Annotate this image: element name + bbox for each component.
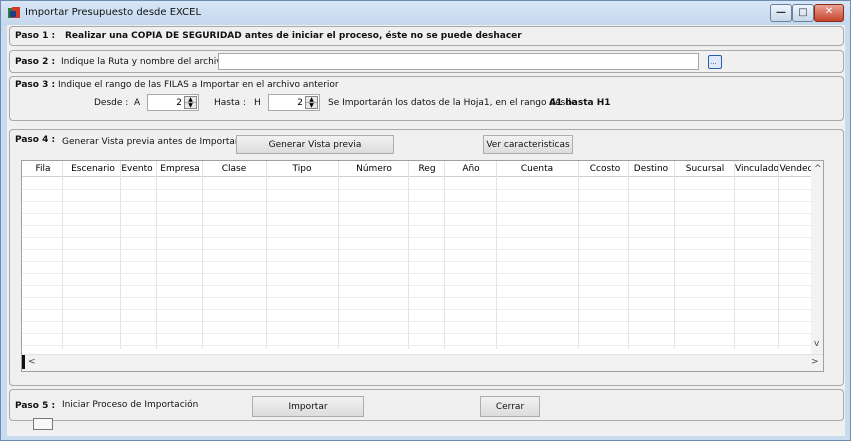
paso3-panel: Paso 3 : Indique el rango de las FILAS a…: [9, 76, 844, 121]
desde-column: A: [134, 98, 141, 108]
grid-row-line: [22, 345, 812, 346]
spin-down-icon[interactable]: ▼: [185, 103, 196, 109]
browse-icon: ...: [710, 58, 717, 66]
paso2-panel: Paso 2 : Indique la Ruta y nombre del ar…: [9, 50, 844, 73]
grid-vertical-scrollbar[interactable]: ^ v: [811, 161, 823, 354]
scroll-down-icon[interactable]: v: [814, 339, 819, 349]
grid-horizontal-scrollbar[interactable]: < >: [22, 354, 823, 371]
close-window-button[interactable]: ✕: [814, 4, 844, 22]
grid-row-line: [22, 261, 812, 262]
col-header-destino[interactable]: Destino: [629, 164, 673, 174]
preview-label: Generar Vista previa antes de Importar: [62, 137, 239, 147]
col-header-numero[interactable]: Número: [339, 164, 409, 174]
generate-preview-button[interactable]: Generar Vista previa: [236, 135, 394, 154]
scroll-up-icon[interactable]: ^: [814, 164, 822, 174]
close-button[interactable]: Cerrar: [480, 396, 540, 417]
spin-down-icon[interactable]: ▼: [306, 103, 317, 109]
title-bar[interactable]: Importar Presupuesto desde EXCEL — □ ✕: [1, 1, 850, 25]
paso1-label: Paso 1 :: [15, 31, 56, 41]
grid-row-line: [22, 249, 812, 250]
desde-spin-buttons[interactable]: ▲ ▼: [184, 96, 197, 109]
import-range-value: A1 hasta H1: [549, 98, 611, 108]
desde-row-stepper[interactable]: 2 ▲ ▼: [147, 94, 199, 111]
import-button[interactable]: Importar: [252, 396, 364, 417]
import-budget-window: Importar Presupuesto desde EXCEL — □ ✕ P…: [0, 0, 851, 441]
grid-row-line: [22, 237, 812, 238]
minimize-icon: —: [776, 7, 786, 18]
col-header-reg[interactable]: Reg: [409, 164, 445, 174]
col-header-cuenta[interactable]: Cuenta: [497, 164, 577, 174]
view-features-button[interactable]: Ver caracteristicas: [483, 135, 573, 154]
col-header-clase[interactable]: Clase: [203, 164, 265, 174]
paso3-label: Paso 3 :: [15, 80, 56, 90]
file-path-label: Indique la Ruta y nombre del archivo: [61, 57, 228, 67]
grid-header: Fila Escenario Evento Empresa Clase Tipo…: [22, 161, 822, 177]
grid-row-line: [22, 309, 812, 310]
grid-row-line: [22, 225, 812, 226]
file-path-input[interactable]: [218, 53, 699, 70]
hasta-row-stepper[interactable]: 2 ▲ ▼: [268, 94, 320, 111]
col-header-ano[interactable]: Año: [445, 164, 497, 174]
col-header-fila[interactable]: Fila: [24, 164, 62, 174]
col-header-empresa[interactable]: Empresa: [157, 164, 203, 174]
window-title: Importar Presupuesto desde EXCEL: [25, 7, 202, 18]
close-icon: ✕: [824, 6, 834, 17]
scroll-left-icon[interactable]: <: [28, 357, 36, 367]
maximize-icon: □: [798, 7, 808, 18]
paso5-label: Paso 5 :: [15, 401, 56, 411]
paso2-label: Paso 2 :: [15, 57, 56, 67]
minimize-button[interactable]: —: [770, 4, 792, 22]
preview-grid[interactable]: Fila Escenario Evento Empresa Clase Tipo…: [21, 160, 824, 372]
dialog-body: Paso 1 : Realizar una COPIA DE SEGURIDAD…: [7, 25, 845, 436]
browse-file-button[interactable]: ...: [708, 55, 722, 69]
grid-row-line: [22, 273, 812, 274]
col-header-escenario[interactable]: Escenario: [64, 164, 122, 174]
hasta-spin-buttons[interactable]: ▲ ▼: [305, 96, 318, 109]
hasta-row-value: 2: [297, 98, 303, 108]
import-process-label: Iniciar Proceso de Importación: [62, 400, 199, 410]
grid-row-line: [22, 213, 812, 214]
grid-row-line: [22, 285, 812, 286]
col-header-vinculado[interactable]: Vinculado: [735, 164, 779, 174]
desde-label: Desde :: [94, 98, 129, 108]
scroll-right-icon[interactable]: >: [811, 357, 819, 367]
hasta-label: Hasta :: [214, 98, 246, 108]
backup-warning: Realizar una COPIA DE SEGURIDAD antes de…: [65, 31, 522, 41]
col-header-tipo[interactable]: Tipo: [267, 164, 337, 174]
grid-row-line: [22, 321, 812, 322]
status-box: [33, 418, 53, 430]
grid-row-line: [22, 201, 812, 202]
maximize-button[interactable]: □: [792, 4, 814, 22]
col-header-evento[interactable]: Evento: [120, 164, 154, 174]
hasta-column: H: [254, 98, 261, 108]
grid-row-line: [22, 297, 812, 298]
grid-row-line: [22, 189, 812, 190]
app-icon: [8, 7, 20, 18]
col-header-ccosto[interactable]: Ccosto: [579, 164, 631, 174]
row-range-label: Indique el rango de las FILAS a Importar…: [58, 80, 339, 90]
grid-row-line: [22, 333, 812, 334]
import-range-info: Se Importarán los datos de la Hoja1, en …: [328, 98, 583, 108]
paso4-label: Paso 4 :: [15, 135, 56, 145]
scroll-thumb[interactable]: [22, 355, 25, 369]
paso5-panel: Paso 5 : Iniciar Proceso de Importación …: [9, 389, 844, 421]
col-header-sucursal[interactable]: Sucursal: [675, 164, 735, 174]
paso1-panel: Paso 1 : Realizar una COPIA DE SEGURIDAD…: [9, 26, 844, 46]
desde-row-value: 2: [176, 98, 182, 108]
